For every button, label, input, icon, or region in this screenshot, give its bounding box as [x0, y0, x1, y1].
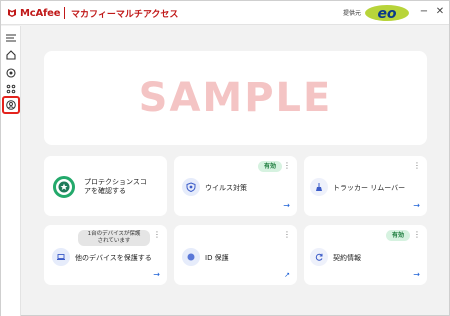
more-options-icon[interactable]: ⋮	[413, 162, 421, 170]
arrow-right-icon[interactable]: →	[413, 202, 420, 210]
brand-name: McAfee	[20, 7, 61, 19]
devices-status-line2: されています	[97, 238, 131, 244]
laptop-icon	[52, 248, 70, 266]
account-icon[interactable]	[4, 98, 18, 112]
antivirus-card[interactable]: 有効 ⋮ ウイルス対策 →	[174, 156, 297, 216]
sidebar	[1, 26, 21, 316]
title-bar: McAfee マカフィーマルチアクセス 提供元 eo − ✕	[1, 1, 449, 25]
app-window: McAfee マカフィーマルチアクセス 提供元 eo − ✕ SAMPLE プロ…	[0, 0, 450, 316]
svg-text:eo: eo	[377, 6, 396, 22]
renew-icon	[310, 248, 328, 266]
mcafee-shield-icon	[7, 8, 17, 18]
id-protection-card[interactable]: ⋮ ID 保護 ↗	[174, 225, 297, 285]
broom-icon	[310, 178, 328, 196]
more-options-icon[interactable]: ⋮	[283, 162, 291, 170]
status-badge: 有効	[258, 161, 283, 172]
devices-status-badge: 1台のデバイスが保護 されています	[78, 230, 150, 246]
id-protection-title: ID 保護	[205, 254, 229, 262]
protection-score-title-line1: プロテクションスコ	[84, 178, 147, 186]
provider-label: 提供元	[343, 10, 362, 17]
more-options-icon[interactable]: ⋮	[413, 231, 421, 239]
hero-banner: SAMPLE	[44, 51, 427, 145]
mcafee-logo: McAfee	[7, 6, 61, 20]
protection-score-icon	[53, 176, 75, 198]
close-button[interactable]: ✕	[434, 6, 446, 18]
apps-grid-icon[interactable]	[4, 82, 18, 96]
status-badge: 有効	[386, 230, 411, 241]
more-options-icon[interactable]: ⋮	[153, 231, 161, 239]
other-devices-card[interactable]: 1台のデバイスが保護 されています ⋮ 他のデバイスを保護する →	[44, 225, 167, 285]
other-devices-title: 他のデバイスを保護する	[75, 254, 152, 262]
more-options-icon[interactable]: ⋮	[283, 231, 291, 239]
protection-icon[interactable]	[4, 66, 18, 80]
title-divider	[64, 7, 65, 19]
tracker-remover-title: トラッカー リムーバー	[333, 184, 406, 192]
id-icon	[182, 248, 200, 266]
menu-icon[interactable]	[4, 31, 18, 45]
tracker-remover-card[interactable]: ⋮ トラッカー リムーバー →	[304, 156, 427, 216]
antivirus-title: ウイルス対策	[205, 184, 247, 192]
arrow-right-icon[interactable]: →	[413, 271, 420, 279]
arrow-right-icon[interactable]: →	[283, 202, 290, 210]
arrow-right-icon[interactable]: →	[153, 271, 160, 279]
shield-icon	[182, 178, 200, 196]
sample-watermark: SAMPLE	[138, 75, 333, 121]
protection-score-title-line2: アを確認する	[84, 187, 126, 195]
subscription-card[interactable]: 有効 ⋮ 契約情報 →	[304, 225, 427, 285]
protection-score-card[interactable]: プロテクションスコ アを確認する	[44, 156, 167, 216]
external-link-icon[interactable]: ↗	[284, 271, 290, 279]
protection-score-title: プロテクションスコ アを確認する	[84, 178, 147, 196]
app-title: マカフィーマルチアクセス	[71, 10, 179, 20]
minimize-button[interactable]: −	[418, 6, 430, 18]
home-icon[interactable]	[4, 48, 18, 62]
subscription-title: 契約情報	[333, 254, 361, 262]
devices-status-line1: 1台のデバイスが保護	[87, 231, 141, 237]
provider-logo: eo	[364, 4, 410, 22]
